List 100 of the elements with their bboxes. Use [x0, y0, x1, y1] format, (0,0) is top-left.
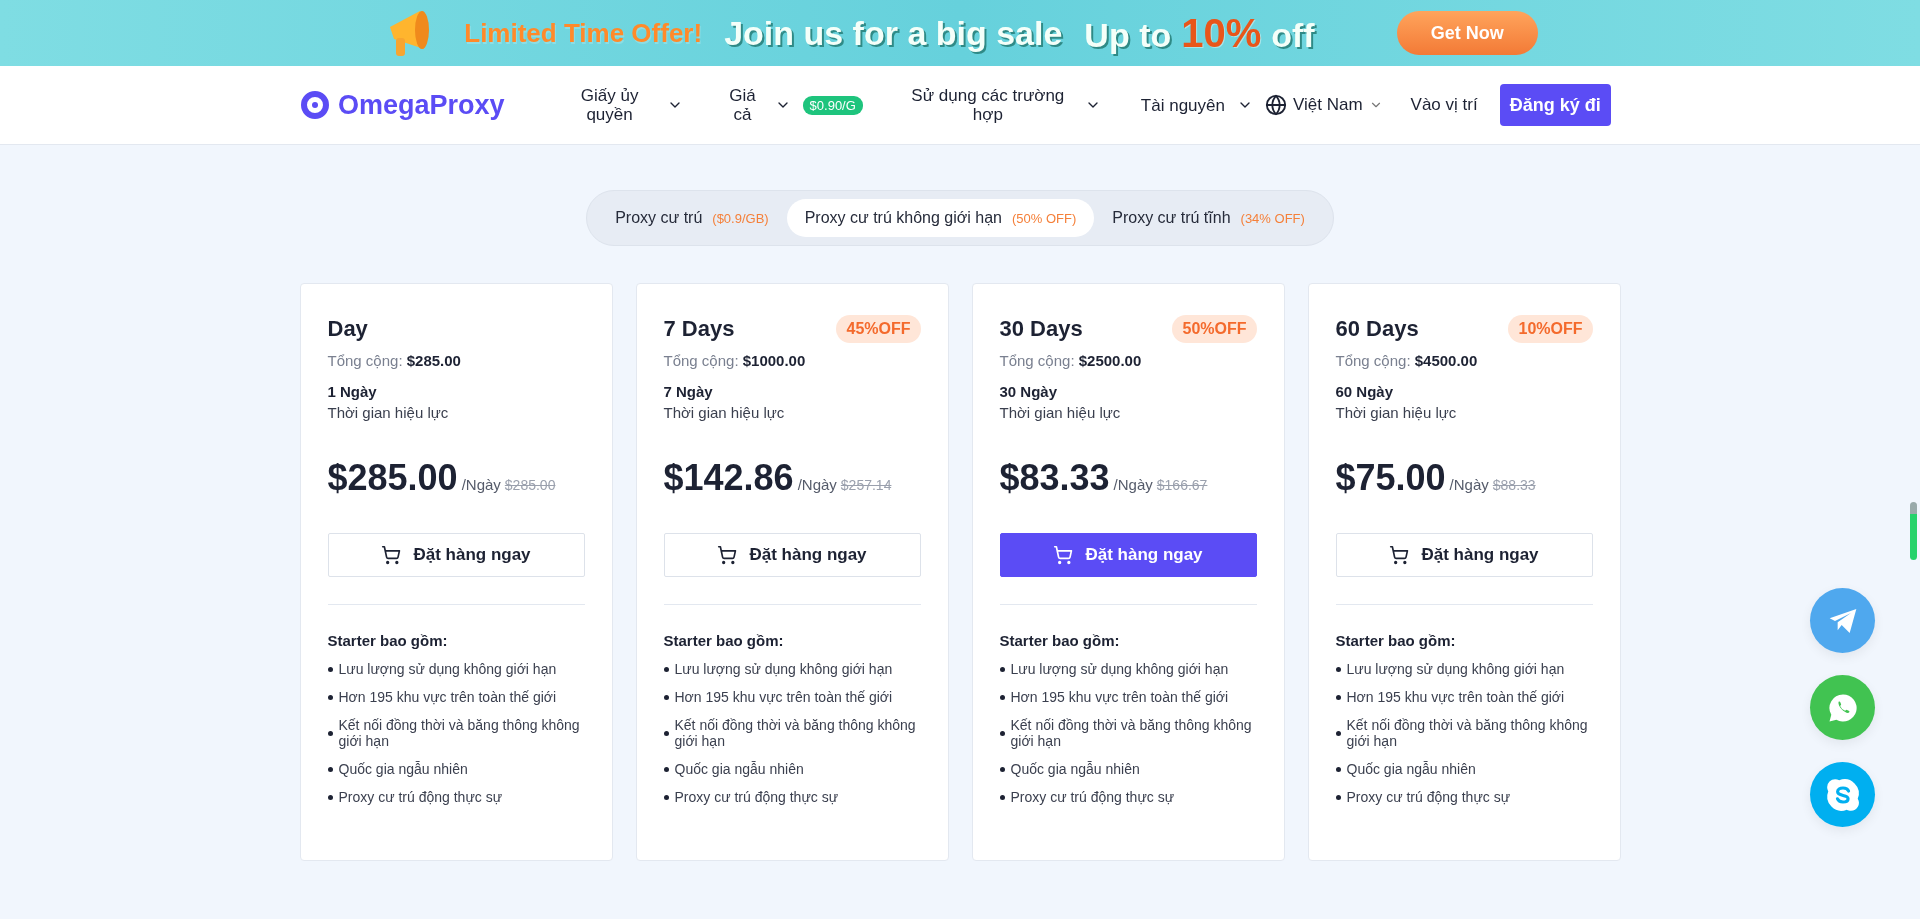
feature-text: Hơn 195 khu vực trên toàn thế giới — [1346, 689, 1565, 705]
order-button[interactable]: Đặt hàng ngay — [1335, 533, 1593, 577]
includes-title: Starter bao gồm: — [999, 632, 1121, 649]
logo-text: OmegaProxy — [338, 89, 505, 121]
includes-title: Starter bao gồm: — [663, 632, 785, 649]
order-button[interactable]: Đặt hàng ngay — [663, 533, 921, 577]
nav-menu-item[interactable]: Tài nguyên — [1140, 95, 1253, 115]
total-text: Tổng cộng: $4500.00 — [1335, 352, 1479, 369]
nav-menu-item[interactable]: Giá cả $0.90/G — [722, 86, 863, 124]
duration-label: Thời gian hiệu lực — [663, 404, 786, 421]
bullet-icon — [663, 794, 669, 800]
bullet-icon — [663, 730, 669, 736]
discount-text: 10% — [1181, 10, 1262, 56]
bullet-icon — [999, 694, 1005, 700]
plan-name: Day — [327, 316, 368, 342]
bullet-icon — [1335, 794, 1341, 800]
feature-text: Lưu lượng sử dụng không giới hạn — [338, 661, 557, 677]
price-badge: $0.90/G — [802, 95, 863, 115]
old-price: $88.33 — [1492, 477, 1536, 493]
bullet-icon — [1335, 694, 1341, 700]
price-unit: /Ngày — [461, 476, 501, 493]
bullet-icon — [999, 766, 1005, 772]
duration-text: 30 Ngày — [999, 383, 1059, 400]
cart-icon — [1053, 545, 1074, 565]
offer-label: Limited Time Offer! — [464, 17, 703, 49]
price-unit: /Ngày — [797, 476, 837, 493]
feature-text: Quốc gia ngẫu nhiên — [338, 761, 468, 777]
globe-icon — [1264, 94, 1287, 116]
feature-text: Hơn 195 khu vực trên toàn thế giới — [674, 689, 893, 705]
total-text: Tổng cộng: $1000.00 — [663, 352, 807, 369]
cart-icon — [717, 545, 738, 565]
price-unit: /Ngày — [1449, 476, 1489, 493]
total-text: Tổng cộng: $285.00 — [327, 352, 462, 369]
plan-name: 30 Days — [999, 316, 1083, 342]
feature-text: Proxy cư trú động thực sự — [1346, 789, 1510, 805]
bullet-icon — [1335, 730, 1341, 736]
order-button[interactable]: Đặt hàng ngay — [327, 533, 585, 577]
feature-text: Quốc gia ngẫu nhiên — [1346, 761, 1476, 777]
bullet-icon — [327, 666, 333, 672]
nav-menu-item[interactable]: Giấy ủy quyền — [564, 86, 683, 124]
old-price: $257.14 — [840, 477, 892, 493]
feature-text: Kết nối đồng thời và băng thông không giới hạn — [338, 717, 581, 749]
bullet-icon — [663, 694, 669, 700]
feature-text: Proxy cư trú động thực sự — [338, 789, 502, 805]
logo-icon — [300, 90, 330, 120]
feature-text: Quốc gia ngẫu nhiên — [674, 761, 804, 777]
sale-headline: Join us for a big sale — [724, 13, 1063, 53]
bullet-icon — [327, 766, 333, 772]
cart-icon — [381, 545, 402, 565]
tab-note: ($0.9/GB) — [712, 211, 769, 226]
tab-note: (34% OFF) — [1240, 211, 1305, 226]
bullet-icon — [999, 730, 1005, 736]
price: $83.33 — [999, 457, 1110, 499]
includes-title: Starter bao gồm: — [1335, 632, 1457, 649]
plan-name: 60 Days — [1335, 316, 1419, 342]
duration-text: 1 Ngày — [327, 383, 378, 400]
total-text: Tổng cộng: $2500.00 — [999, 352, 1143, 369]
feature-text: Lưu lượng sử dụng không giới hạn — [1346, 661, 1565, 677]
feature-text: Lưu lượng sử dụng không giới hạn — [674, 661, 893, 677]
promo-text: off — [1271, 15, 1315, 55]
feature-text: Proxy cư trú động thực sự — [674, 789, 838, 805]
pricing-tab[interactable]: Proxy cư trú không giới hạn (50% OFF) — [786, 199, 1095, 237]
feature-text: Hơn 195 khu vực trên toàn thế giới — [1010, 689, 1229, 705]
duration-text: 7 Ngày — [663, 383, 714, 400]
nav-menu-item[interactable]: Sử dụng các trường hợp — [902, 86, 1101, 124]
duration-label: Thời gian hiệu lực — [1335, 404, 1458, 421]
duration-label: Thời gian hiệu lực — [999, 404, 1122, 421]
promo-text: Up to — [1084, 15, 1172, 55]
order-button[interactable]: Đặt hàng ngay — [999, 533, 1257, 577]
bullet-icon — [663, 666, 669, 672]
duration-text: 60 Ngày — [1335, 383, 1395, 400]
cart-icon — [1389, 545, 1410, 565]
pricing-tab[interactable]: Proxy cư trú tĩnh (34% OFF) — [1094, 199, 1323, 237]
signup-button[interactable]: Đăng ký đi — [1499, 84, 1611, 126]
bullet-icon — [1335, 666, 1341, 672]
discount-badge: 50%OFF — [1172, 315, 1257, 343]
tab-note: (50% OFF) — [1011, 211, 1077, 226]
bullet-icon — [327, 794, 333, 800]
feature-text: Quốc gia ngẫu nhiên — [1010, 761, 1140, 777]
login-link[interactable]: Vào vị trí — [1410, 95, 1478, 115]
discount-badge: 45%OFF — [836, 315, 921, 343]
bullet-icon — [999, 794, 1005, 800]
feature-text: Kết nối đồng thời và băng thông không giới hạn — [1010, 717, 1253, 749]
feature-text: Lưu lượng sử dụng không giới hạn — [1010, 661, 1229, 677]
includes-title: Starter bao gồm: — [327, 632, 449, 649]
bullet-icon — [327, 730, 333, 736]
scroll-indicator — [1910, 502, 1917, 560]
plan-name: 7 Days — [663, 316, 735, 342]
feature-text: Kết nối đồng thời và băng thông không giới hạn — [674, 717, 917, 749]
discount-badge: 10%OFF — [1508, 315, 1593, 343]
bullet-icon — [1335, 766, 1341, 772]
old-price: $285.00 — [504, 477, 556, 493]
language-selector[interactable]: Việt Nam — [1264, 94, 1383, 116]
bullet-icon — [999, 666, 1005, 672]
price-unit: /Ngày — [1113, 476, 1153, 493]
bullet-icon — [663, 766, 669, 772]
price: $285.00 — [327, 457, 458, 499]
pricing-tab[interactable]: Proxy cư trú ($0.9/GB) — [597, 199, 787, 237]
duration-label: Thời gian hiệu lực — [327, 404, 450, 421]
old-price: $166.67 — [1156, 477, 1208, 493]
